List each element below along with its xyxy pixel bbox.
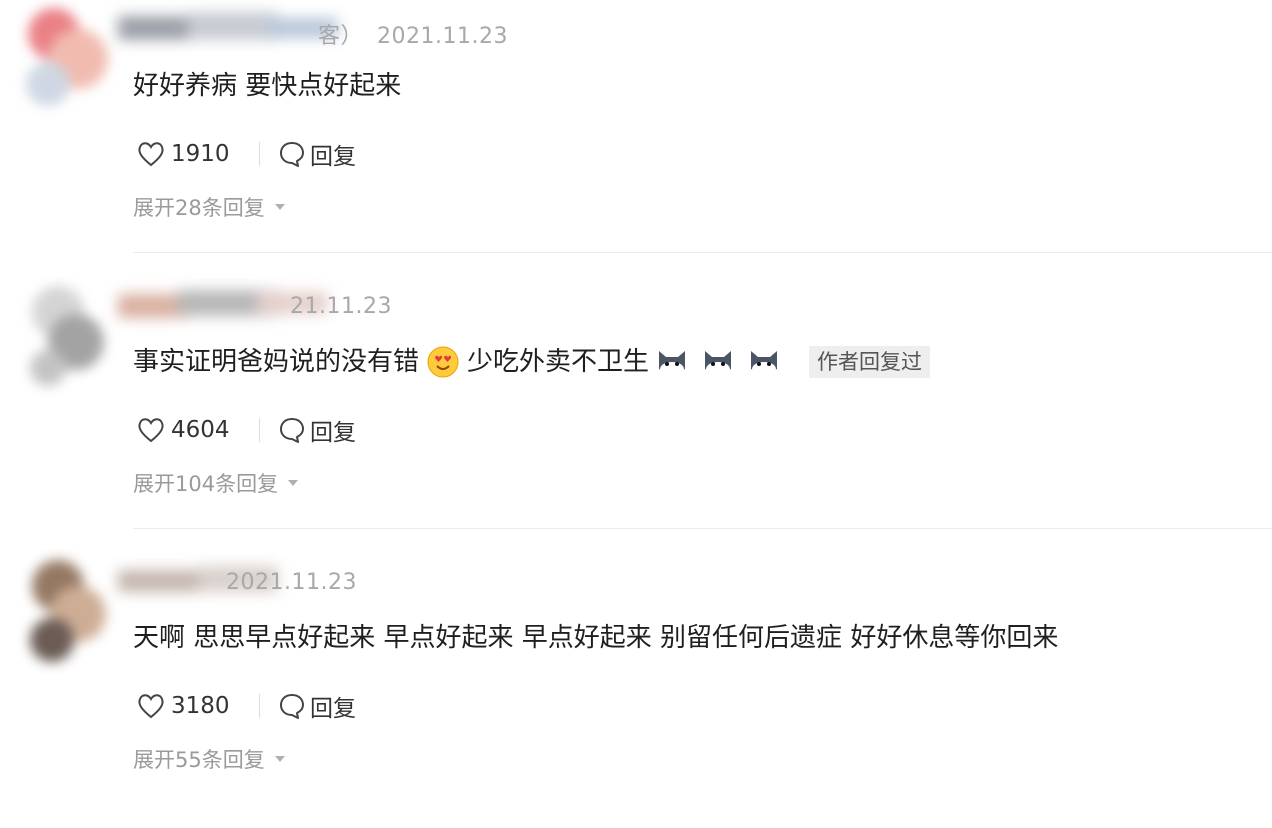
reply-button[interactable]: 回复 [278, 413, 356, 447]
comment-item: 2021.11.23 天啊 思思早点好起来 早点好起来 早点好起来 别留任何后遗… [0, 552, 1272, 828]
cat-emoji-icon [751, 351, 778, 376]
reply-button[interactable]: 回复 [278, 137, 356, 171]
author-replied-badge: 作者回复过 [809, 346, 931, 378]
avatar[interactable] [18, 4, 114, 114]
comment-actions: 1910 回复 [137, 134, 356, 174]
like-button[interactable]: 4604 [137, 417, 243, 443]
comment-date: 2021.11.23 [377, 24, 508, 49]
like-button[interactable]: 3180 [137, 693, 243, 719]
expand-replies[interactable]: 展开55条回复 [133, 744, 285, 774]
like-count: 4604 [171, 417, 230, 443]
comment-meta: 客） 2021.11.23 [318, 18, 508, 50]
speech-bubble-icon [280, 142, 304, 167]
reply-label: 回复 [310, 144, 356, 170]
action-divider [259, 418, 260, 442]
comment-body-part2: 少吃外卖不卫生 [467, 347, 650, 377]
username-suffix: 客） [318, 24, 364, 49]
avatar[interactable] [18, 280, 114, 390]
reply-button[interactable]: 回复 [278, 689, 356, 723]
action-divider [259, 694, 260, 718]
caret-down-icon [288, 480, 299, 486]
expand-replies-label: 展开104条回复 [133, 472, 279, 496]
heart-icon [138, 142, 164, 167]
comment-actions: 3180 回复 [137, 686, 356, 726]
comment-divider [133, 528, 1272, 529]
expand-replies[interactable]: 展开104条回复 [133, 468, 299, 498]
comment-item: 客） 2021.11.23 好好养病 要快点好起来 1910 回复 展开28条回复 [0, 0, 1272, 276]
action-divider [259, 142, 260, 166]
heart-icon [138, 418, 164, 443]
comment-meta: 2021.11.23 [226, 570, 357, 595]
expand-replies-label: 展开28条回复 [133, 196, 265, 220]
cat-emoji-icon [705, 351, 732, 376]
caret-down-icon [274, 756, 285, 762]
comment-actions: 4604 回复 [137, 410, 356, 450]
like-count: 3180 [171, 693, 230, 719]
comment-body-part1: 事实证明爸妈说的没有错 [133, 347, 420, 377]
comment-date: 2021.11.23 [226, 570, 357, 595]
expand-replies-label: 展开55条回复 [133, 748, 265, 772]
comment-item: 21.11.23 事实证明爸妈说的没有错 少吃外卖不卫生 作者回复过 4604 … [0, 276, 1272, 552]
caret-down-icon [274, 204, 285, 210]
like-button[interactable]: 1910 [137, 141, 243, 167]
comment-body: 好好养病 要快点好起来 [133, 71, 402, 101]
comment-date: 21.11.23 [290, 294, 392, 319]
heart-icon [138, 694, 164, 719]
speech-bubble-icon [280, 694, 304, 719]
reply-label: 回复 [310, 696, 356, 722]
comment-text: 事实证明爸妈说的没有错 少吃外卖不卫生 作者回复过 [133, 342, 931, 382]
comment-meta: 21.11.23 [290, 294, 392, 319]
avatar[interactable] [18, 556, 114, 666]
comment-divider [133, 252, 1272, 253]
heart-eyes-emoji-icon [427, 346, 459, 378]
comment-text: 好好养病 要快点好起来 [133, 66, 401, 106]
comment-text: 天啊 思思早点好起来 早点好起来 早点好起来 别留任何后遗症 好好休息等你回来 [133, 618, 1058, 658]
username-blurred[interactable] [118, 8, 348, 48]
reply-label: 回复 [310, 420, 356, 446]
like-count: 1910 [171, 141, 230, 167]
comment-body: 天啊 思思早点好起来 早点好起来 早点好起来 别留任何后遗症 好好休息等你回来 [133, 623, 1059, 653]
expand-replies[interactable]: 展开28条回复 [133, 192, 285, 222]
speech-bubble-icon [280, 418, 304, 443]
cat-emoji-icon [659, 351, 686, 376]
